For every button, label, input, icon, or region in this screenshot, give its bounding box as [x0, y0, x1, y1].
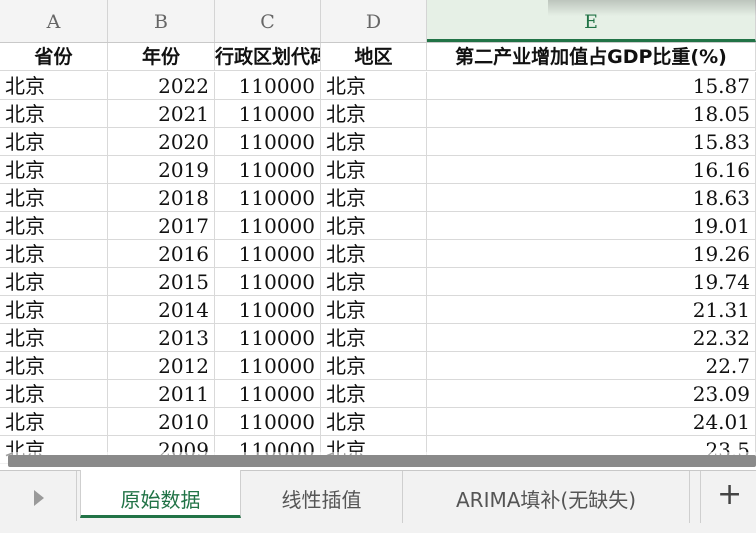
table-row: 北京 2011 110000 北京 23.09	[0, 380, 756, 408]
table-row: 北京 2014 110000 北京 21.31	[0, 296, 756, 324]
table-cell[interactable]: 24.01	[427, 408, 756, 436]
table-cell[interactable]: 北京	[321, 268, 427, 296]
tab-raw-data[interactable]: 原始数据	[80, 470, 241, 518]
table-cell[interactable]: 110000	[215, 408, 321, 436]
table-cell[interactable]: 2021	[108, 100, 215, 128]
table-cell[interactable]: 18.05	[427, 100, 756, 128]
column-header-b[interactable]: B	[108, 0, 215, 42]
table-cell[interactable]: 2010	[108, 408, 215, 436]
table-cell[interactable]: 110000	[215, 128, 321, 156]
table-cell[interactable]: 北京	[0, 240, 108, 268]
table-cell[interactable]: 北京	[0, 380, 108, 408]
table-row: 北京 2018 110000 北京 18.63	[0, 184, 756, 212]
table-cell[interactable]: 北京	[321, 380, 427, 408]
table-cell[interactable]: 2011	[108, 380, 215, 408]
table-cell[interactable]: 110000	[215, 240, 321, 268]
table-cell[interactable]: 110000	[215, 324, 321, 352]
table-cell[interactable]: 15.83	[427, 128, 756, 156]
table-cell[interactable]: 18.63	[427, 184, 756, 212]
tab-linear-interpolation[interactable]: 线性插值	[241, 471, 403, 523]
table-cell[interactable]: 110000	[215, 156, 321, 184]
table-cell[interactable]: 北京	[321, 324, 427, 352]
table-cell[interactable]: 北京	[321, 352, 427, 380]
spreadsheet-grid[interactable]: A B C D E 省份 年份 行政区划代码 地区 第二产业增加值占GDP比重(…	[0, 0, 756, 470]
sheet-tab-bar: 原始数据 线性插值 ARIMA填补(无缺失) +	[0, 470, 756, 533]
table-row: 北京 2015 110000 北京 19.74	[0, 268, 756, 296]
table-cell[interactable]: 北京	[0, 212, 108, 240]
header-cell-province[interactable]: 省份	[0, 43, 108, 71]
header-cell-region[interactable]: 地区	[321, 43, 427, 71]
table-cell[interactable]: 2017	[108, 212, 215, 240]
prev-sheet-button[interactable]	[0, 471, 77, 521]
table-cell[interactable]: 16.16	[427, 156, 756, 184]
table-cell[interactable]: 北京	[321, 184, 427, 212]
header-row: 省份 年份 行政区划代码 地区 第二产业增加值占GDP比重(%)	[0, 43, 756, 71]
column-header-d[interactable]: D	[321, 0, 427, 42]
table-cell[interactable]: 2019	[108, 156, 215, 184]
table-cell[interactable]: 北京	[0, 128, 108, 156]
table-row: 北京 2020 110000 北京 15.83	[0, 128, 756, 156]
table-cell[interactable]: 110000	[215, 100, 321, 128]
table-cell[interactable]: 110000	[215, 212, 321, 240]
table-cell[interactable]: 23.09	[427, 380, 756, 408]
table-row: 北京 2010 110000 北京 24.01	[0, 408, 756, 436]
tab-arima-fill[interactable]: ARIMA填补(无缺失)	[403, 471, 690, 523]
table-cell[interactable]: 21.31	[427, 296, 756, 324]
table-cell[interactable]: 北京	[321, 408, 427, 436]
table-cell[interactable]: 2013	[108, 324, 215, 352]
table-cell[interactable]: 2012	[108, 352, 215, 380]
overlay-shadow	[548, 0, 756, 16]
header-cell-year[interactable]: 年份	[108, 43, 215, 71]
table-cell[interactable]: 北京	[321, 212, 427, 240]
table-cell[interactable]: 2015	[108, 268, 215, 296]
table-row: 北京 2013 110000 北京 22.32	[0, 324, 756, 352]
table-row: 北京 2017 110000 北京 19.01	[0, 212, 756, 240]
table-cell[interactable]: 北京	[0, 100, 108, 128]
table-cell[interactable]: 北京	[321, 72, 427, 100]
table-cell[interactable]: 2022	[108, 72, 215, 100]
table-cell[interactable]: 22.32	[427, 324, 756, 352]
table-cell[interactable]: 北京	[0, 72, 108, 100]
table-cell[interactable]: 19.26	[427, 240, 756, 268]
table-cell[interactable]: 110000	[215, 72, 321, 100]
table-cell[interactable]: 北京	[0, 408, 108, 436]
column-header-c[interactable]: C	[215, 0, 321, 42]
table-cell[interactable]: 2020	[108, 128, 215, 156]
table-cell[interactable]: 110000	[215, 184, 321, 212]
table-cell[interactable]: 2016	[108, 240, 215, 268]
table-row: 北京 2021 110000 北京 18.05	[0, 100, 756, 128]
table-cell[interactable]: 北京	[321, 240, 427, 268]
header-cell-secondary-industry-share[interactable]: 第二产业增加值占GDP比重(%)	[427, 43, 756, 71]
table-row: 北京 2022 110000 北京 15.87	[0, 72, 756, 100]
table-cell[interactable]: 2014	[108, 296, 215, 324]
table-cell[interactable]: 北京	[0, 268, 108, 296]
table-cell[interactable]: 110000	[215, 296, 321, 324]
table-cell[interactable]: 北京	[321, 156, 427, 184]
table-cell[interactable]: 北京	[321, 296, 427, 324]
table-cell[interactable]: 北京	[0, 324, 108, 352]
table-cell[interactable]: 北京	[0, 296, 108, 324]
table-cell[interactable]: 北京	[0, 352, 108, 380]
table-row: 北京 2019 110000 北京 16.16	[0, 156, 756, 184]
table-cell[interactable]: 北京	[321, 128, 427, 156]
plus-icon: +	[717, 477, 743, 512]
table-cell[interactable]: 19.74	[427, 268, 756, 296]
table-cell[interactable]: 北京	[321, 100, 427, 128]
column-header-a[interactable]: A	[0, 0, 108, 42]
table-cell[interactable]: 北京	[0, 184, 108, 212]
header-cell-admin-code[interactable]: 行政区划代码	[215, 43, 321, 71]
triangle-right-icon	[34, 490, 44, 506]
table-cell[interactable]: 19.01	[427, 212, 756, 240]
table-row: 北京 2016 110000 北京 19.26	[0, 240, 756, 268]
table-cell[interactable]: 北京	[0, 156, 108, 184]
table-cell[interactable]: 110000	[215, 380, 321, 408]
add-sheet-button[interactable]: +	[700, 471, 756, 523]
table-cell[interactable]: 110000	[215, 352, 321, 380]
table-cell[interactable]: 15.87	[427, 72, 756, 100]
table-cell[interactable]: 110000	[215, 268, 321, 296]
horizontal-scrollbar[interactable]	[8, 455, 756, 467]
table-row: 北京 2012 110000 北京 22.7	[0, 352, 756, 380]
table-cell[interactable]: 22.7	[427, 352, 756, 380]
table-cell[interactable]: 2018	[108, 184, 215, 212]
